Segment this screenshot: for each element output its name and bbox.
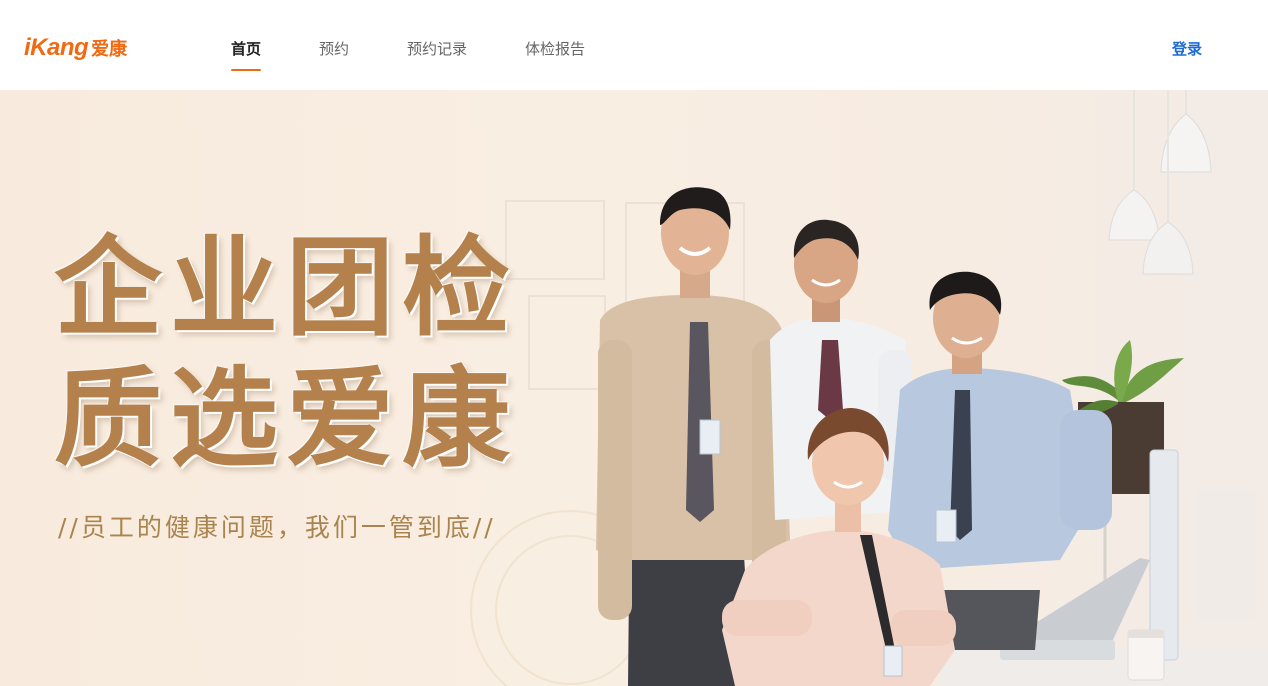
logo-chinese-name: 爱康 [91, 39, 128, 60]
hero-banner[interactable]: 企业团检 质选爱康 //员工的健康问题，我们一管到底// [0, 90, 1268, 686]
logo-wordmark: iKang [24, 34, 89, 61]
main-nav: 首页 预约 预约记录 体检报告 [231, 38, 643, 72]
nav-item-booking[interactable]: 预约 [319, 38, 349, 72]
login-button[interactable]: 登录 [1172, 38, 1202, 59]
ikang-logo[interactable]: iKang 爱康 [24, 34, 127, 66]
cup-icon [1127, 629, 1165, 681]
nav-item-booking-records[interactable]: 预约记录 [407, 38, 467, 72]
office-team-illustration [596, 90, 1268, 686]
pendant-lamp-icon [1108, 90, 1212, 275]
nav-item-home[interactable]: 首页 [231, 38, 262, 72]
nav-item-checkup-reports[interactable]: 体检报告 [525, 38, 585, 72]
top-navigation-bar: iKang 爱康 首页 预约 预约记录 体检报告 登录 [0, 0, 1268, 90]
